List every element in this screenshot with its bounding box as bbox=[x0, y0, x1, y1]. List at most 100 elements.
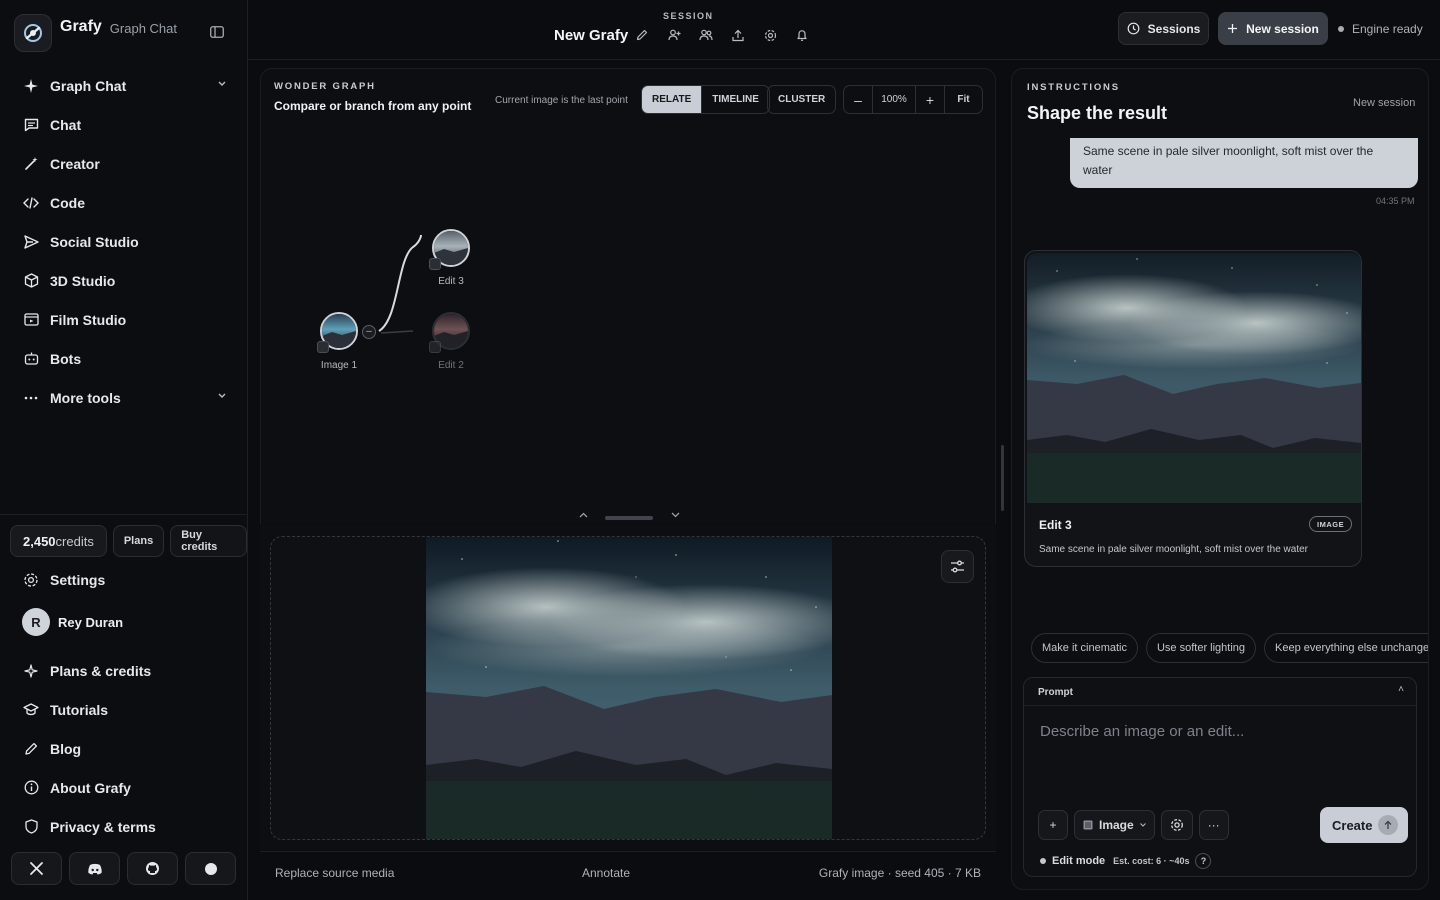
brand[interactable]: Grafy Graph Chat bbox=[14, 14, 177, 52]
bot-icon bbox=[22, 350, 40, 368]
nav-item-graph-chat[interactable]: Graph Chat bbox=[0, 66, 248, 105]
nav-label: About Grafy bbox=[50, 779, 131, 796]
panel-drag-handle[interactable] bbox=[605, 516, 653, 520]
nav-item-tutorials[interactable]: Tutorials bbox=[0, 690, 248, 729]
info-icon bbox=[22, 779, 40, 797]
main-nav: Graph Chat Chat Creator Code Social Stud… bbox=[0, 66, 248, 417]
nav-label: Tutorials bbox=[50, 701, 109, 718]
chevron-down-icon bbox=[1139, 823, 1146, 827]
graph-node-label: Edit 2 bbox=[438, 360, 464, 371]
result-card[interactable]: Edit 3 IMAGE Same scene in pale silver m… bbox=[1024, 250, 1362, 567]
image-preview-frame[interactable] bbox=[270, 536, 986, 840]
sidebar-divider bbox=[0, 514, 248, 515]
new-session-link[interactable]: New session bbox=[1353, 97, 1415, 109]
github-link[interactable] bbox=[127, 852, 178, 885]
brand-subtitle: Graph Chat bbox=[109, 20, 177, 36]
help-icon[interactable]: ? bbox=[1195, 853, 1212, 869]
sliders-icon bbox=[950, 560, 965, 573]
x-link[interactable] bbox=[11, 852, 62, 885]
wand-icon bbox=[22, 155, 40, 173]
cube-icon bbox=[22, 272, 40, 290]
nav-item-plans-credits[interactable]: Plans & credits bbox=[0, 651, 248, 690]
graph-edges bbox=[378, 234, 422, 334]
edit-title-icon[interactable] bbox=[634, 27, 650, 43]
circle-icon bbox=[204, 862, 218, 876]
users-icon[interactable] bbox=[698, 27, 714, 43]
nav-item-settings[interactable]: Settings bbox=[0, 560, 248, 599]
nav-label: Settings bbox=[50, 571, 106, 588]
mode-select-button[interactable]: Image bbox=[1074, 810, 1155, 840]
nav-item-social-studio[interactable]: Social Studio bbox=[0, 222, 248, 261]
nav-label: Social Studio bbox=[50, 233, 139, 250]
user-name: Rey Duran bbox=[58, 614, 124, 630]
more-options-button[interactable]: ··· bbox=[1198, 810, 1229, 840]
node-collapse-icon[interactable]: – bbox=[362, 325, 376, 339]
create-button[interactable]: Create bbox=[1320, 807, 1408, 843]
sessions-button[interactable]: Sessions bbox=[1118, 12, 1209, 45]
credits-balance: 2,450 credits bbox=[10, 525, 107, 557]
suggestion-chip[interactable]: Use softer lighting bbox=[1145, 633, 1257, 663]
nav-label: Privacy & terms bbox=[50, 818, 156, 835]
nav-item-code[interactable]: Code bbox=[0, 183, 248, 222]
nav-label: Plans & credits bbox=[50, 662, 152, 679]
annotate-button[interactable]: Annotate bbox=[582, 866, 630, 880]
sparkle-outline-icon bbox=[22, 662, 40, 680]
nav-item-blog[interactable]: Blog bbox=[0, 729, 248, 768]
bell-icon[interactable] bbox=[794, 27, 810, 43]
prompt-composer: Prompt ˄ Describe an image or an edit...… bbox=[1023, 677, 1417, 877]
session-actions bbox=[634, 27, 810, 43]
collapse-prompt-icon[interactable]: ˄ bbox=[1398, 684, 1404, 695]
add-attachment-button[interactable]: + bbox=[1038, 810, 1068, 840]
nav-item-3d-studio[interactable]: 3D Studio bbox=[0, 261, 248, 300]
chevron-down-icon[interactable] bbox=[218, 393, 226, 398]
sessions-label: Sessions bbox=[1147, 21, 1201, 36]
nav-label: Film Studio bbox=[50, 311, 127, 328]
credits-amount: 2,450 bbox=[23, 533, 56, 549]
prompt-input[interactable]: Describe an image or an edit... bbox=[1040, 723, 1244, 740]
prompt-toolbar: + Image ··· bbox=[1038, 810, 1229, 840]
chevron-up-icon[interactable] bbox=[579, 512, 588, 518]
chat-icon bbox=[22, 116, 40, 134]
message-timestamp: 04:35 PM bbox=[1376, 196, 1415, 206]
nav-label: Graph Chat bbox=[50, 77, 127, 94]
new-session-button[interactable]: New session bbox=[1218, 12, 1328, 45]
nav-item-privacy[interactable]: Privacy & terms bbox=[0, 807, 248, 846]
suggestion-chip[interactable]: Keep everything else unchanged bbox=[1264, 633, 1428, 663]
prompt-settings-button[interactable] bbox=[1160, 810, 1193, 840]
user-add-icon[interactable] bbox=[666, 27, 682, 43]
gear-icon[interactable] bbox=[762, 27, 778, 43]
discord-link[interactable] bbox=[69, 852, 120, 885]
card-title: Edit 3 bbox=[1039, 518, 1072, 532]
avatar: R bbox=[22, 608, 50, 636]
nav-item-about[interactable]: About Grafy bbox=[0, 768, 248, 807]
session-title[interactable]: New Grafy bbox=[554, 27, 628, 44]
panel-resize-handle[interactable] bbox=[1001, 445, 1004, 511]
status-dot-icon bbox=[1338, 26, 1344, 32]
image-meta: Grafy image · seed 405 · 7 KB bbox=[818, 866, 981, 880]
status-link[interactable] bbox=[185, 852, 236, 885]
share-upload-icon[interactable] bbox=[730, 27, 746, 43]
nav-item-bots[interactable]: Bots bbox=[0, 339, 248, 378]
arrow-up-icon bbox=[1378, 815, 1398, 835]
buy-credits-button[interactable]: Buy credits bbox=[170, 525, 247, 557]
credits-unit: credits bbox=[55, 533, 94, 549]
suggestion-chip[interactable]: Make it cinematic bbox=[1031, 633, 1138, 663]
status-dot-icon bbox=[1040, 858, 1046, 864]
replace-source-button[interactable]: Replace source media bbox=[275, 866, 394, 880]
history-icon bbox=[1127, 22, 1140, 35]
nav-item-film-studio[interactable]: Film Studio bbox=[0, 300, 248, 339]
nav-item-creator[interactable]: Creator bbox=[0, 144, 248, 183]
nav-item-chat[interactable]: Chat bbox=[0, 105, 248, 144]
nav-label: More tools bbox=[50, 389, 121, 406]
chevron-down-icon[interactable] bbox=[671, 512, 680, 518]
chevron-down-icon[interactable] bbox=[218, 81, 226, 86]
plans-button[interactable]: Plans bbox=[112, 525, 165, 557]
adjustments-button[interactable] bbox=[941, 550, 974, 583]
user-profile[interactable]: R Rey Duran bbox=[0, 599, 248, 645]
nav-item-more-tools[interactable]: More tools bbox=[0, 378, 248, 417]
sidebar-toggle-icon[interactable] bbox=[210, 26, 226, 40]
preview-panel bbox=[260, 525, 996, 850]
session-label: SESSION bbox=[663, 11, 714, 21]
preview-footer: Replace source media Annotate Grafy imag… bbox=[260, 851, 996, 892]
x-icon bbox=[29, 861, 44, 876]
